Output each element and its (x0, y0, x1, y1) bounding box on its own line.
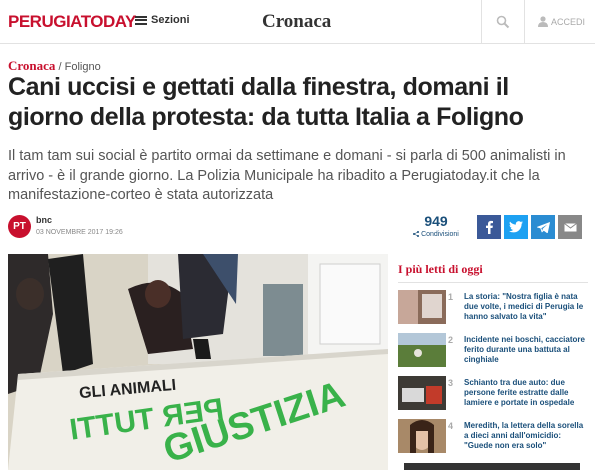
section-title[interactable]: Cronaca (262, 11, 331, 33)
most-read-rank: 4 (448, 421, 454, 431)
twitter-share-button[interactable] (504, 215, 528, 239)
hamburger-icon (135, 15, 147, 25)
login-button[interactable]: ACCEDI (538, 16, 585, 27)
most-read-rank: 3 (448, 378, 454, 388)
protest-photo-illustration: GIUSTIZIA PER TUTTI GLI ANIMALI (8, 254, 388, 470)
share-icon (413, 231, 420, 237)
top-header: PERUGIATODAY Sezioni Cronaca ACCEDI (0, 0, 595, 44)
email-share-button[interactable] (558, 215, 582, 239)
search-icon (496, 15, 510, 29)
user-icon (538, 16, 548, 27)
breadcrumb-category[interactable]: Cronaca (8, 58, 55, 73)
sections-menu-button[interactable]: Sezioni (135, 14, 190, 26)
sidebar-divider (398, 282, 588, 283)
article-date: 03 NOVEMBRE 2017 19:26 (36, 229, 123, 236)
most-read-item[interactable]: 2 Incidente nei boschi, cacciatore ferit… (398, 333, 588, 369)
mail-icon (563, 222, 577, 231)
most-read-title: I più letti di oggi (398, 262, 483, 276)
most-read-item[interactable]: 1 La storia: "Nostra figlia è nata due v… (398, 290, 588, 326)
most-read-headline[interactable]: Meredith, la lettera della sorella a die… (464, 421, 588, 451)
facebook-share-button[interactable] (477, 215, 501, 239)
most-read-headline[interactable]: La storia: "Nostra figlia è nata due vol… (464, 292, 588, 322)
login-label: ACCEDI (551, 16, 586, 27)
share-count: 949 (424, 213, 448, 229)
author-name[interactable]: bnc (36, 215, 52, 225)
most-read-rank: 2 (448, 335, 454, 345)
most-read-thumbnail[interactable] (398, 419, 446, 453)
article-title: Cani uccisi e gettati dalla finestra, do… (8, 73, 524, 131)
twitter-icon (509, 221, 523, 233)
article-summary: Il tam tam sui social è partito ormai da… (8, 148, 566, 203)
telegram-icon (536, 221, 550, 233)
most-read-item[interactable]: 3 Schianto tra due auto: due persone fer… (398, 376, 588, 412)
logo-part-1: PERUGIA (8, 12, 81, 31)
share-counter: 949 Condivisioni (410, 213, 462, 238)
telegram-share-button[interactable] (531, 215, 555, 239)
site-logo[interactable]: PERUGIATODAY (8, 12, 136, 32)
most-read-item[interactable]: 4 Meredith, la lettera della sorella a d… (398, 419, 588, 455)
most-read-thumbnail[interactable] (398, 376, 446, 410)
sections-menu-label: Sezioni (151, 14, 190, 26)
article-photo[interactable]: GIUSTIZIA PER TUTTI GLI ANIMALI (8, 254, 388, 470)
most-read-headline[interactable]: Incidente nei boschi, cacciatore ferito … (464, 335, 588, 365)
most-read-thumbnail[interactable] (398, 290, 446, 324)
most-read-headline[interactable]: Schianto tra due auto: due persone ferit… (464, 378, 588, 408)
share-count-text: Condivisioni (421, 231, 459, 238)
share-count-label: Condivisioni (410, 231, 462, 238)
logo-part-2: TODAY (80, 12, 137, 31)
next-item-preview (404, 463, 580, 470)
facebook-icon (486, 220, 493, 234)
search-button[interactable] (481, 0, 525, 44)
author-avatar[interactable]: PT (8, 215, 31, 238)
most-read-thumbnail[interactable] (398, 333, 446, 367)
most-read-rank: 1 (448, 292, 454, 302)
